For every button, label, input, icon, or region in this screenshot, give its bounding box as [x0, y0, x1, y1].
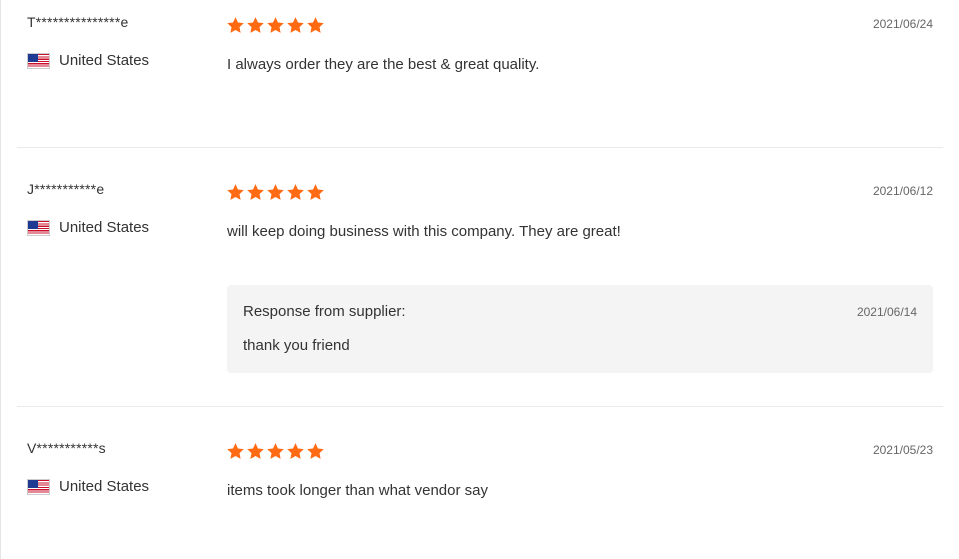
review-text: I always order they are the best & great…	[227, 56, 540, 73]
star-icon	[227, 443, 244, 459]
reviewer-name: V***********s	[27, 440, 106, 456]
review-item: V***********s United States 2021/05/23 i…	[17, 407, 943, 559]
star-rating	[226, 16, 325, 35]
star-rating	[226, 183, 325, 202]
reviewer-name: J***********e	[27, 181, 105, 197]
response-date: 2021/06/14	[856, 305, 917, 319]
country-label: United States	[59, 52, 150, 69]
star-icon	[247, 443, 264, 459]
country-label: United States	[59, 478, 150, 495]
review-date: 2021/06/12	[872, 184, 933, 198]
review-item: T***************e United States 2021/06/…	[17, 0, 943, 148]
star-icon	[227, 17, 244, 33]
reviewer-country: United States	[27, 219, 149, 236]
review-date: 2021/06/24	[872, 17, 933, 31]
star-icon	[247, 184, 264, 200]
star-icon	[227, 184, 244, 200]
review-text: will keep doing business with this compa…	[227, 223, 621, 240]
star-icon	[307, 443, 324, 459]
star-icon	[287, 443, 304, 459]
star-icon	[307, 17, 324, 33]
reviewer-name: T***************e	[27, 14, 129, 30]
supplier-response: Response from supplier: 2021/06/14 thank…	[227, 285, 933, 373]
star-icon	[307, 184, 324, 200]
star-icon	[247, 17, 264, 33]
review-date: 2021/05/23	[872, 443, 933, 457]
star-icon	[267, 443, 284, 459]
response-text: thank you friend	[243, 337, 350, 354]
response-title: Response from supplier:	[243, 303, 406, 320]
us-flag-icon	[27, 219, 50, 236]
review-item: J***********e United States 2021/06/12 w…	[17, 148, 943, 407]
us-flag-icon	[27, 478, 50, 495]
star-icon	[287, 184, 304, 200]
star-icon	[287, 17, 304, 33]
review-text: items took longer than what vendor say	[227, 482, 488, 499]
star-icon	[267, 184, 284, 200]
star-icon	[267, 17, 284, 33]
us-flag-icon	[27, 52, 50, 69]
reviewer-country: United States	[27, 478, 149, 495]
reviewer-country: United States	[27, 52, 149, 69]
left-border	[0, 0, 1, 559]
country-label: United States	[59, 219, 150, 236]
star-rating	[226, 442, 325, 461]
